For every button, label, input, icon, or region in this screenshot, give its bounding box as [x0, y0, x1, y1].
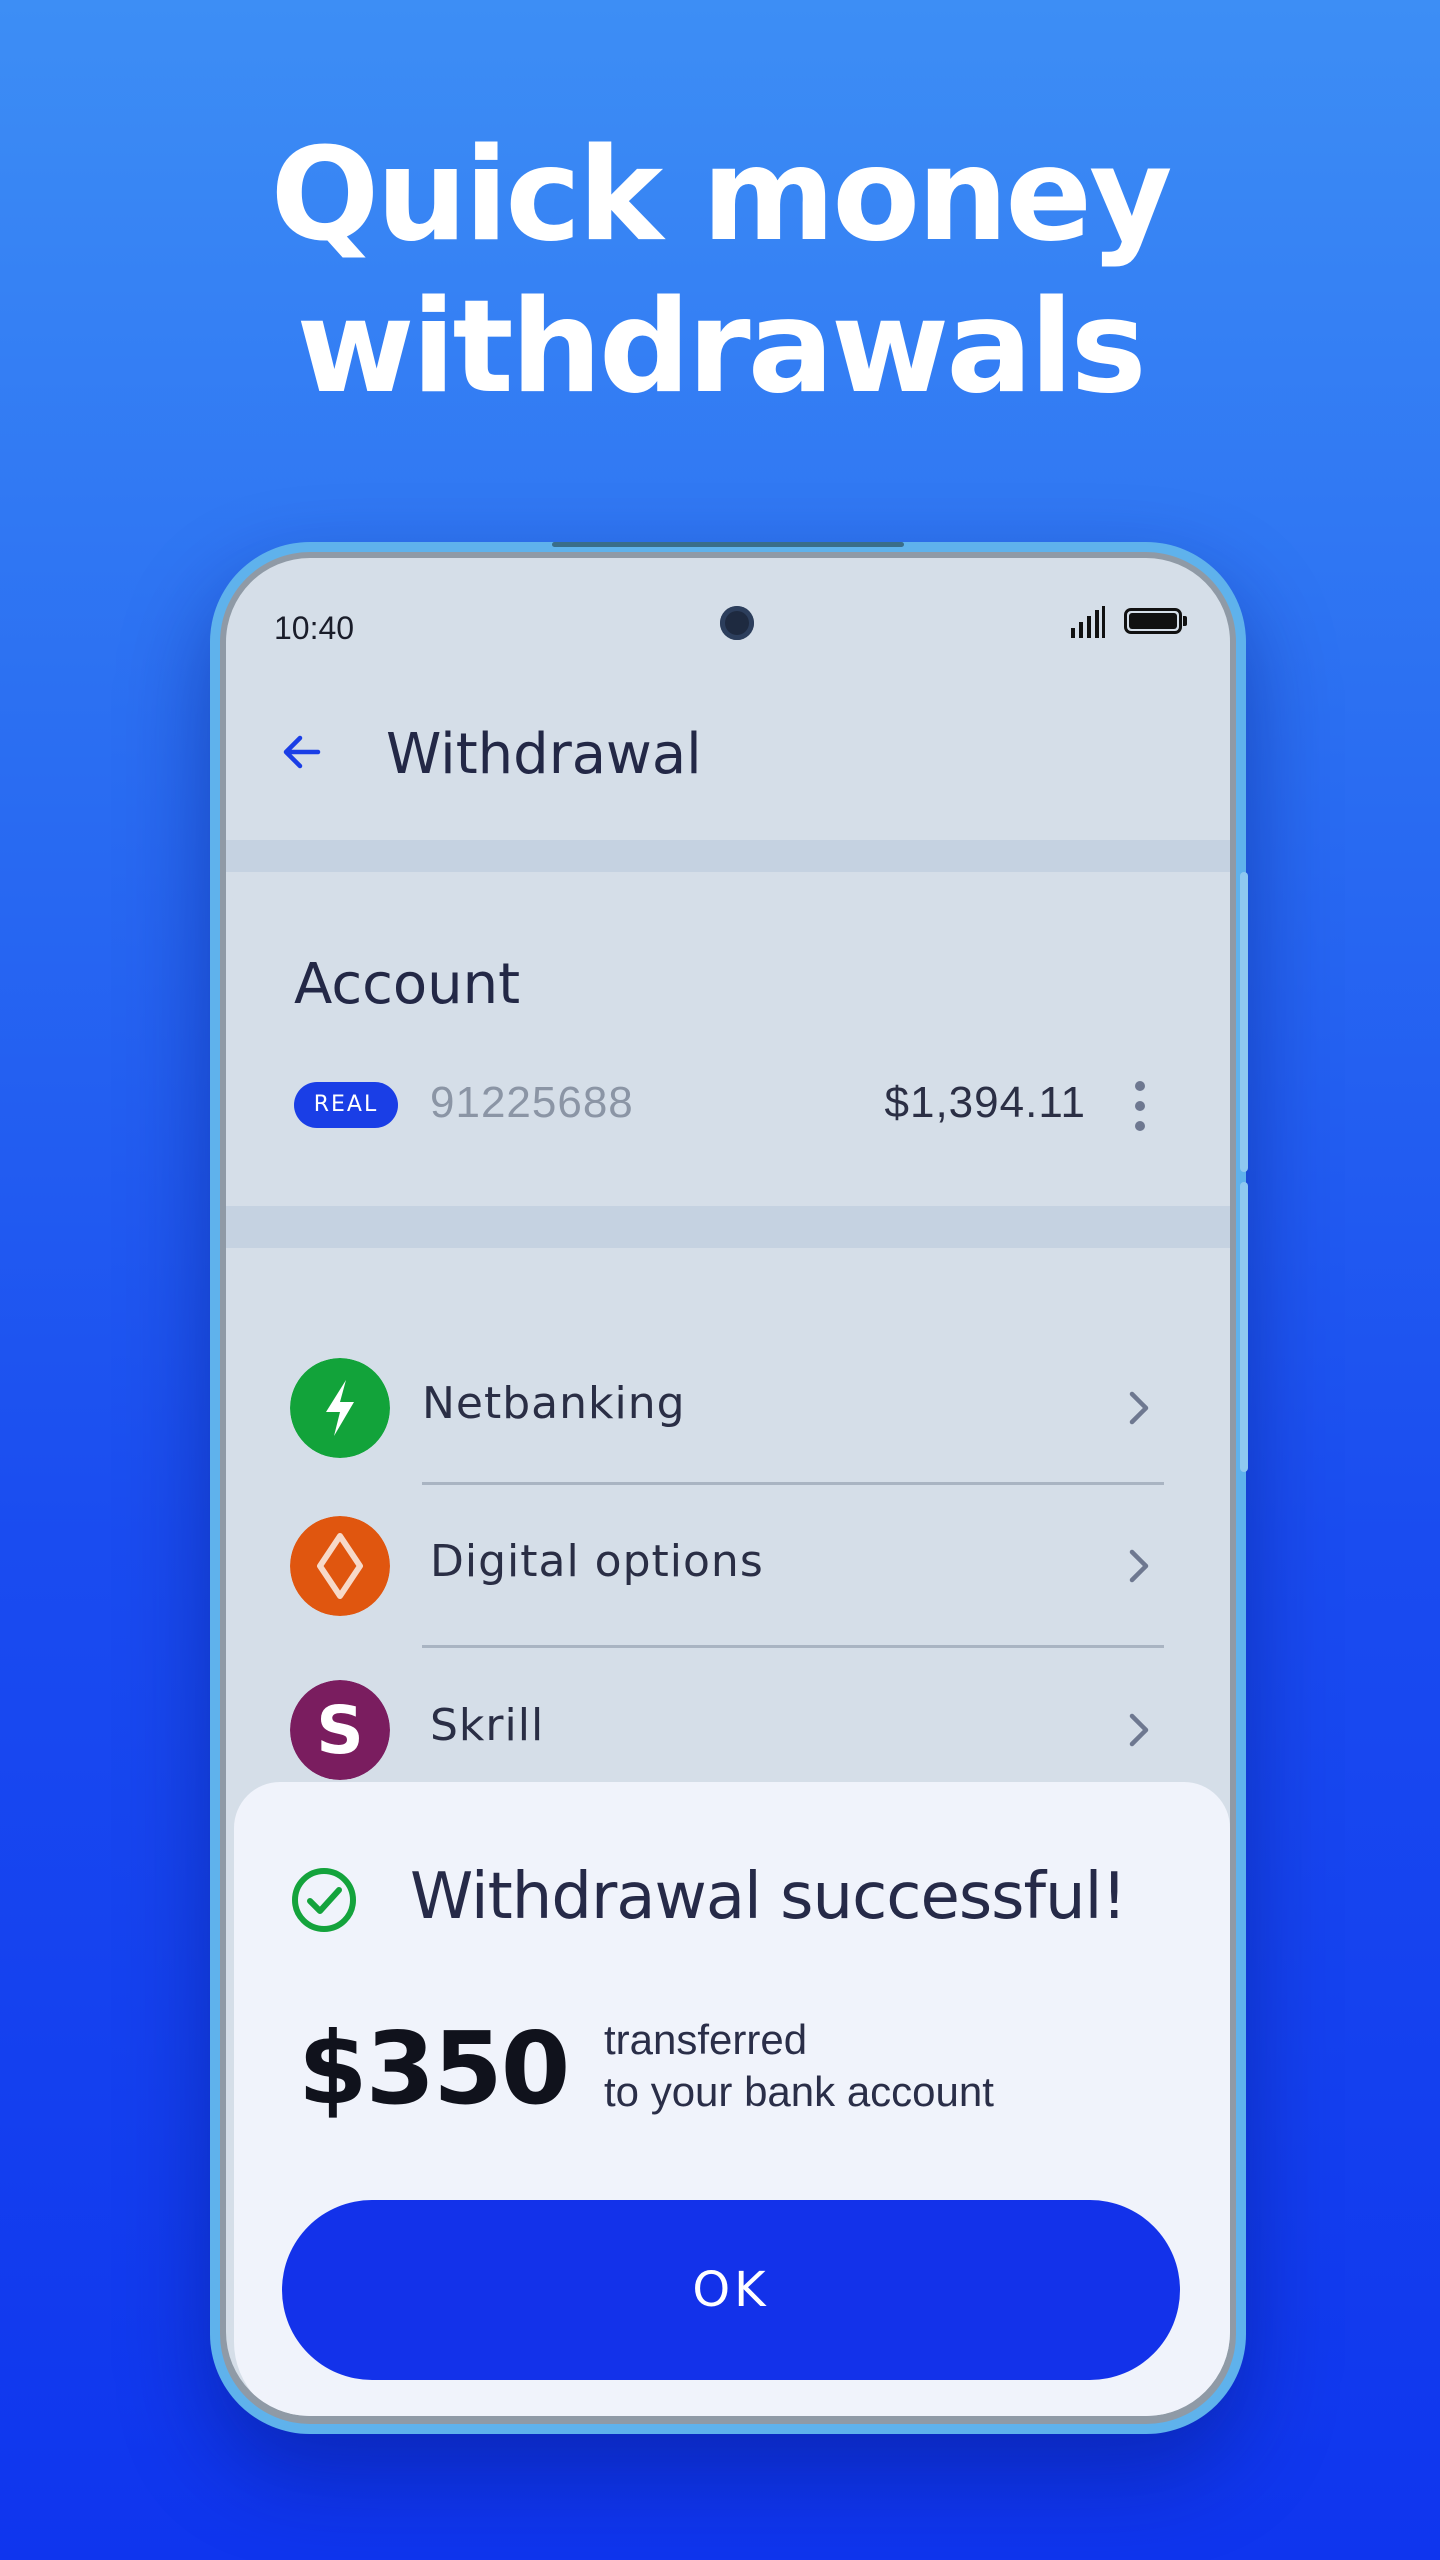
status-bar: 10:40	[226, 558, 1230, 688]
earpiece	[552, 542, 904, 547]
account-title: Account	[294, 952, 521, 1017]
svg-text:S: S	[316, 1692, 364, 1769]
hero-line-2: withdrawals	[296, 273, 1146, 422]
front-camera	[720, 606, 754, 640]
method-label: Digital options	[430, 1536, 764, 1587]
method-skrill[interactable]: S Skrill	[230, 1652, 1230, 1782]
method-digital-options[interactable]: Digital options	[230, 1488, 1230, 1618]
success-bottom-sheet: Withdrawal successful! $350 transferred …	[234, 1782, 1230, 2416]
account-type-badge: REAL	[294, 1082, 398, 1128]
chevron-right-icon	[1129, 1713, 1149, 1747]
section-gap	[226, 1206, 1230, 1248]
account-number: 91225688	[430, 1078, 634, 1127]
amount-description-line-2: to your bank account	[604, 2068, 994, 2115]
success-title: Withdrawal successful!	[410, 1860, 1127, 1934]
account-balance: $1,394.11	[884, 1078, 1086, 1127]
account-card: Account REAL 91225688 $1,394.11	[230, 872, 1230, 1206]
battery-full-icon	[1124, 608, 1182, 634]
chevron-right-icon	[1129, 1549, 1149, 1583]
ok-button[interactable]: OK	[282, 2200, 1180, 2380]
phone-bezel: 10:40 Withdrawal Account REAL 91225688 $…	[220, 552, 1236, 2424]
method-label: Netbanking	[422, 1378, 686, 1429]
skrill-s-icon: S	[290, 1680, 390, 1780]
withdrawn-amount: $350	[298, 2010, 570, 2127]
list-divider	[422, 1645, 1164, 1648]
diamond-icon	[290, 1516, 390, 1616]
app-bar-divider	[226, 840, 1230, 872]
phone-side-button	[1240, 1182, 1248, 1472]
withdrawal-methods-list: Netbanking Digital options S Skrill	[230, 1248, 1230, 1848]
amount-description: transferred to your bank account	[604, 2014, 994, 2118]
status-time: 10:40	[274, 610, 355, 646]
page-title: Withdrawal	[386, 722, 702, 787]
battery-tip	[1183, 616, 1187, 626]
chevron-right-icon	[1129, 1391, 1149, 1425]
method-netbanking[interactable]: Netbanking	[230, 1330, 1230, 1460]
phone-side-button	[1240, 872, 1248, 1172]
signal-bars-icon	[1071, 606, 1105, 638]
app-bar: Withdrawal	[226, 688, 1230, 840]
phone-screen: 10:40 Withdrawal Account REAL 91225688 $…	[226, 558, 1230, 2416]
arrow-left-icon[interactable]	[278, 728, 326, 776]
method-label: Skrill	[430, 1700, 545, 1751]
hero-headline: Quick money withdrawals	[0, 120, 1440, 424]
list-divider	[422, 1482, 1164, 1485]
hero-line-1: Quick money	[270, 121, 1172, 270]
more-vertical-icon[interactable]	[1130, 1078, 1150, 1134]
amount-description-line-1: transferred	[604, 2016, 808, 2063]
phone-frame: 10:40 Withdrawal Account REAL 91225688 $…	[210, 542, 1248, 2434]
lightning-icon	[290, 1358, 390, 1458]
check-circle-icon	[292, 1868, 356, 1932]
